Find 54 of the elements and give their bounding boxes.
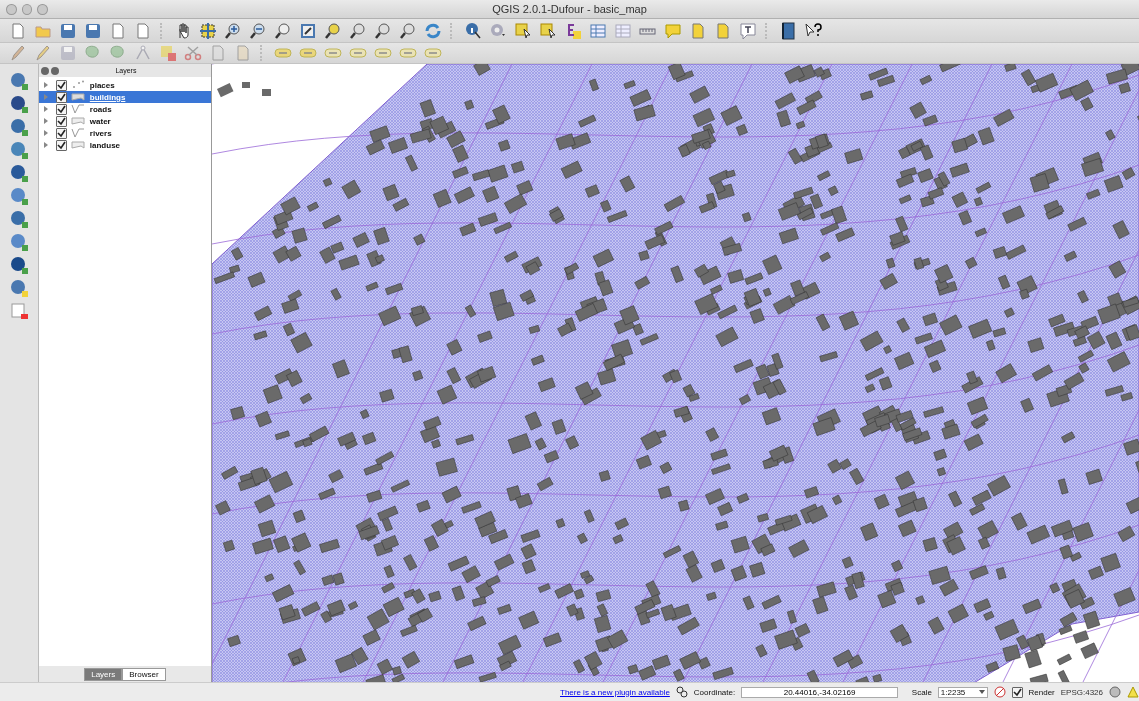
layer-item[interactable]: water xyxy=(38,115,211,127)
layer-item[interactable]: buildings xyxy=(38,91,211,103)
layer-name: rivers xyxy=(89,128,112,138)
scale-dropdown[interactable]: 1:2235 xyxy=(937,686,988,698)
point-layer-icon xyxy=(70,80,85,90)
line-layer-icon xyxy=(70,104,85,114)
text-annotation-icon[interactable] xyxy=(738,20,758,41)
zoom-in-icon[interactable] xyxy=(223,20,243,41)
panel-tab[interactable]: Browser xyxy=(122,668,166,681)
select-icon[interactable] xyxy=(513,20,533,41)
render-checkbox[interactable] xyxy=(1011,686,1023,698)
scale-label: Scale xyxy=(911,687,932,697)
polygon-layer-icon xyxy=(70,140,85,150)
new-plugin-link[interactable]: There is a new plugin available xyxy=(560,687,670,697)
layer-checkbox[interactable] xyxy=(55,103,67,115)
polygon-layer-icon xyxy=(70,92,85,102)
layer-checkbox[interactable] xyxy=(55,127,67,139)
layer-checkbox[interactable] xyxy=(55,139,67,151)
layer-checkbox[interactable] xyxy=(55,91,67,103)
layer-checkbox[interactable] xyxy=(55,79,67,91)
zoom-to-selection-icon[interactable] xyxy=(323,20,343,41)
map-drawing[interactable] xyxy=(212,64,1139,684)
zoom-actual-icon[interactable] xyxy=(273,20,293,41)
polygon-layer-icon xyxy=(70,116,85,126)
render-label: Render xyxy=(1028,687,1055,697)
float-panel-button[interactable] xyxy=(50,66,59,75)
layer-name: roads xyxy=(89,104,112,114)
crs-label[interactable]: EPSG:4326 xyxy=(1060,687,1103,697)
caret-icon xyxy=(978,690,985,694)
zoom-out-icon[interactable] xyxy=(248,20,268,41)
layer-name: places xyxy=(89,80,115,90)
minimize-window-button[interactable] xyxy=(21,3,33,15)
identify-icon[interactable] xyxy=(463,20,483,41)
pan-to-selection-icon[interactable] xyxy=(198,20,218,41)
deselect-icon[interactable] xyxy=(538,20,558,41)
projection-globe-icon[interactable] xyxy=(1109,686,1121,698)
layer-item[interactable]: roads xyxy=(38,103,211,115)
zoom-window-button[interactable] xyxy=(37,3,48,15)
layer-name: water xyxy=(89,116,111,126)
window-title: QGIS 2.0.1-Dufour - basic_map xyxy=(491,3,648,15)
layer-name: landuse xyxy=(89,140,121,150)
layer-item[interactable]: landuse xyxy=(38,139,211,151)
warning-icon[interactable] xyxy=(1127,686,1139,698)
panel-tab[interactable]: Layers xyxy=(84,668,123,681)
layer-item[interactable]: rivers xyxy=(38,127,211,139)
close-window-button[interactable] xyxy=(6,3,17,15)
stop-render-icon[interactable] xyxy=(993,686,1006,698)
layer-checkbox[interactable] xyxy=(55,115,67,127)
line-layer-icon xyxy=(70,128,85,138)
messages-icon[interactable] xyxy=(675,686,688,698)
close-panel-button[interactable] xyxy=(40,66,49,75)
layer-name: buildings xyxy=(89,92,126,102)
coordinate-field[interactable]: 20.44016,-34.02169 xyxy=(741,686,898,698)
coordinate-label: Coordinate: xyxy=(693,687,736,697)
